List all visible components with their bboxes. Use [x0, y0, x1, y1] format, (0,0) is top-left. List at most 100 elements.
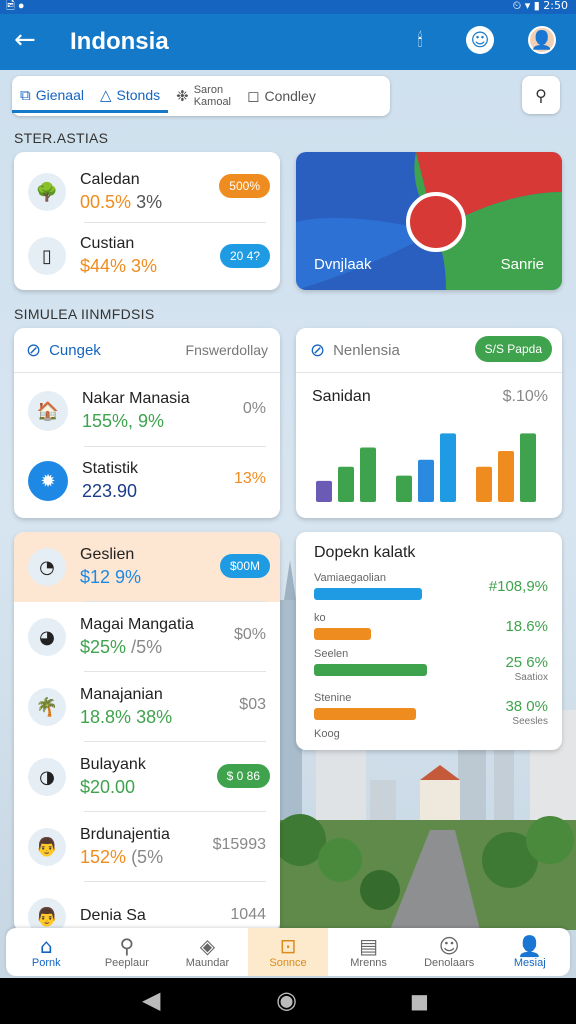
search-button[interactable]: ⚲ [522, 76, 560, 114]
tab-condley[interactable]: ◻ Condley [239, 79, 324, 113]
nav-item-denolaars[interactable]: ☺ Denolaars [409, 928, 490, 976]
nav-item-peeplaur[interactable]: ⚲ Peeplaur [87, 928, 168, 976]
item-value-secondary: /5% [131, 637, 163, 657]
card-header-label: Nenlensia [333, 342, 400, 359]
status-badge: 500% [219, 174, 270, 198]
progress-label: Seelen [314, 648, 349, 660]
status-bar: 🖻 ● ⏲ ▾ ▮ 2:50 [0, 0, 576, 14]
nav-icon: ⌂ [39, 934, 53, 958]
map-card[interactable]: Dvnjlaak Sanrie [296, 152, 562, 290]
item-right-value: 1044 [230, 906, 266, 923]
tab-label-line1: Saron [193, 84, 224, 96]
card-header-label: Cungek [49, 342, 101, 359]
nav-label: Denolaars [424, 957, 475, 969]
item-value-secondary: (5% [131, 847, 164, 867]
progress-card-title: Dopekn kalatk [314, 544, 416, 561]
nav-item-mesiaj[interactable]: 👤 Mesiaj [489, 928, 570, 976]
item-value: $20.00 [80, 777, 136, 797]
nav-icon: ☺ [438, 934, 460, 958]
tab-icon: △ [99, 85, 112, 104]
summary-card: ⊘ Cungek Fnswerdollay 🏠 Nakar Manasia 15… [14, 328, 280, 518]
item-label: Magai Mangatia [80, 616, 194, 633]
list-item[interactable]: ▯ Custian $44% 3% 20 4? [14, 228, 280, 284]
list-item[interactable]: ◑ Bulayank $20.00 $ 0 86 [14, 742, 280, 812]
status-left: 🖻 ● [6, 0, 25, 12]
face-icon[interactable]: ☺ [466, 26, 494, 54]
item-value: $44% 3% [80, 256, 158, 276]
chart-card: ⊘ Nenlensia S/S Papda Sanidan $.10% [296, 328, 562, 518]
progress-value: 38 0% [505, 698, 548, 715]
list-item[interactable]: ◕ Magai Mangatia $25% /5% $0% [14, 602, 280, 672]
tab-saron-kamoal[interactable]: ❉ Saron Kamoal [168, 79, 239, 113]
list-item[interactable]: 🌳 Caledan 00.5% 3% 500% [14, 164, 280, 220]
tree-icon: 🌳 [28, 173, 66, 211]
stats-card: 🌳 Caledan 00.5% 3% 500% ▯ Custian $44% 3… [14, 152, 280, 290]
item-value: 18.8% [80, 707, 132, 727]
item-icon: ◕ [28, 618, 66, 656]
filter-tabs: ⧉ Gienaal △ Stonds ❉ Saron Kamoal ◻ Condley [12, 76, 390, 116]
chart-bar [338, 466, 354, 502]
item-label: Custian [80, 235, 135, 252]
item-label: Statistik [82, 460, 139, 477]
battery-icon[interactable]: 🕯 [406, 26, 434, 54]
home-nav-icon[interactable]: ◉ [276, 986, 297, 1014]
house-icon: 🏠 [28, 391, 68, 431]
chart-bar [396, 475, 412, 502]
tab-label: Gienaal [35, 86, 84, 103]
page-title: Indonsia [70, 28, 169, 55]
nav-item-sonnce[interactable]: ⊡ Sonnce [247, 928, 329, 976]
item-value: 223.90 [82, 481, 138, 501]
nav-label: Sonnce [269, 957, 307, 969]
item-value: $25% [80, 637, 127, 657]
progress-bar [314, 708, 416, 720]
tab-gienaal[interactable]: ⧉ Gienaal [12, 79, 92, 113]
item-icon: ◔ [28, 548, 66, 586]
back-icon[interactable]: ← [14, 26, 36, 54]
nav-item-mrenns[interactable]: ▤ Mrenns [328, 928, 409, 976]
item-label: Brdunajentia [80, 826, 170, 843]
item-icon: ◑ [28, 758, 66, 796]
list-item[interactable]: 👨 Brdunajentia 152% (5% $15993 [14, 812, 280, 882]
avatar[interactable]: 👤 [528, 26, 556, 54]
list-item[interactable]: 🏠 Nakar Manasia 155%, 9% 0% [14, 380, 280, 442]
building-icon: ▯ [28, 237, 66, 275]
divider [296, 372, 562, 373]
progress-label: ko [314, 612, 326, 624]
list-item[interactable]: ✹ Statistik 223.90 13% [14, 450, 280, 512]
section-title: SIMULEA IINMFDSIS [14, 306, 155, 322]
map-left-label: Dvnjlaak [314, 256, 372, 273]
list-item[interactable]: ◔ Geslien $12 9% $00M [14, 532, 280, 602]
list-item[interactable]: 🌴 Manajanian 18.8% 38% $03 [14, 672, 280, 742]
filter-pill[interactable]: S/S Papda [474, 336, 552, 362]
card-header-right[interactable]: Fnswerdollay [186, 342, 268, 358]
item-label: Geslien [80, 546, 135, 563]
progress-label: Vamiaegaolian [314, 572, 386, 584]
progress-bar [314, 628, 371, 640]
app-bar: ← Indonsia 🕯 ☺ 👤 [0, 14, 576, 70]
recent-apps-icon[interactable]: ■ [410, 989, 429, 1013]
bar-chart [316, 433, 536, 502]
compass-icon: ⊘ [26, 340, 42, 361]
item-value: 155%, 9% [82, 411, 165, 431]
status-badge: $00M [219, 554, 270, 578]
nav-item-maundar[interactable]: ◈ Maundar [167, 928, 248, 976]
progress-label: Stenine [314, 692, 352, 704]
item-value-secondary: 38% [136, 707, 173, 727]
nav-item-pornk[interactable]: ⌂ Pornk [6, 928, 87, 976]
tab-label: Condley [264, 88, 316, 104]
tab-label-line2: Kamoal [193, 96, 231, 108]
status-right: ⏲ ▾ ▮ 2:50 [512, 0, 568, 12]
tab-stonds[interactable]: △ Stonds [91, 79, 169, 113]
progress-sublabel: Saatiox [514, 672, 548, 683]
item-value: 152% [80, 847, 127, 867]
item-label: Bulayank [80, 756, 146, 773]
tab-icon: ◻ [247, 87, 260, 105]
back-nav-icon[interactable]: ◀ [142, 986, 160, 1014]
section-title: STER.ASTIAS [14, 130, 109, 146]
tab-label: Stonds [116, 86, 161, 103]
item-label: Denia Sa [80, 906, 146, 924]
list-item[interactable]: 👨 Denia Sa 1044 [14, 882, 280, 932]
progress-bar [314, 588, 422, 600]
tab-icon: ⧉ [20, 85, 31, 104]
search-icon: ⚲ [535, 85, 547, 105]
